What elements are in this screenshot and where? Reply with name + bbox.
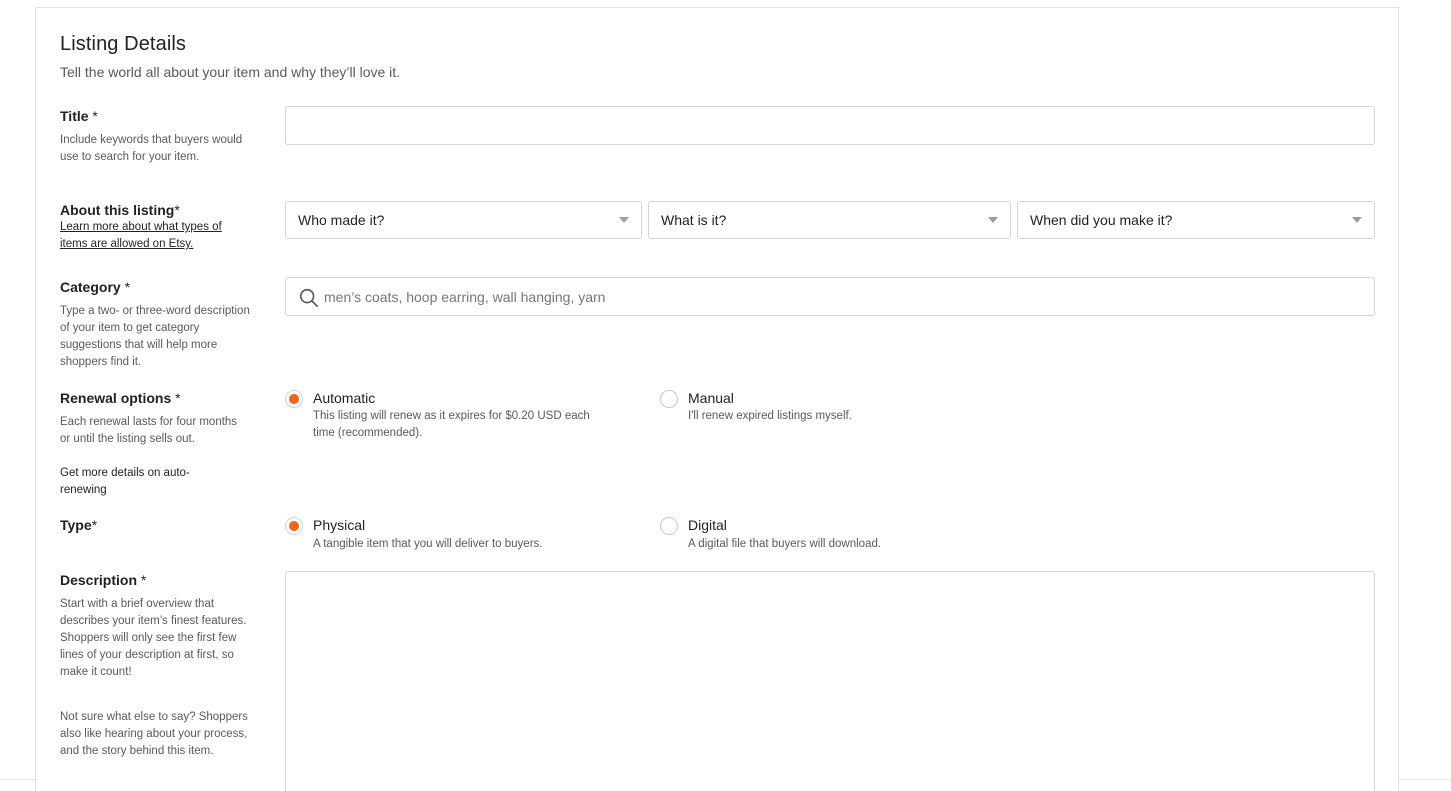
section-subtitle: Tell the world all about your item and w… — [60, 64, 401, 80]
title-help: Include keywords that buyers would use t… — [60, 134, 243, 163]
description-label: Description * — [60, 572, 147, 588]
type-physical-desc: A tangible item that you will deliver to… — [313, 538, 543, 550]
renewal-automatic-desc: This listing will renew as it expires fo… — [313, 410, 590, 439]
renewal-automatic-radio[interactable] — [285, 390, 303, 408]
category-help: Type a two- or three-word description of… — [60, 305, 250, 368]
title-input[interactable] — [285, 106, 1375, 145]
type-digital-desc: A digital file that buyers will download… — [688, 538, 882, 550]
title-label: Title * — [60, 108, 98, 124]
description-textarea[interactable] — [285, 571, 1375, 791]
type-label: Type* — [60, 517, 98, 533]
search-icon — [299, 288, 319, 308]
category-label: Category * — [60, 279, 131, 295]
caret-down-icon — [1352, 217, 1362, 223]
what-is-it-value: What is it? — [661, 212, 727, 228]
caret-down-icon — [619, 217, 629, 223]
about-label: About this listing* — [60, 202, 180, 218]
type-physical-radio[interactable] — [285, 517, 303, 535]
category-placeholder: men’s coats, hoop earring, wall hanging,… — [324, 289, 606, 305]
section-title: Listing Details — [60, 33, 187, 55]
what-is-it-select[interactable]: What is it? — [648, 201, 1011, 239]
who-made-it-select[interactable]: Who made it? — [285, 201, 642, 239]
description-help-extra: Not sure what else to say? Shoppers also… — [60, 711, 248, 757]
caret-down-icon — [988, 217, 998, 223]
renewal-help: Each renewal lasts for four months or un… — [60, 416, 238, 445]
auto-renew-details-link[interactable]: Get more details on auto-renewing — [60, 465, 220, 499]
type-digital-label[interactable]: Digital — [688, 517, 727, 533]
allowed-items-link[interactable]: Learn more about what types of items are… — [60, 219, 250, 253]
type-digital-radio[interactable] — [660, 517, 678, 535]
renewal-automatic-label[interactable]: Automatic — [313, 390, 375, 406]
when-made-select[interactable]: When did you make it? — [1017, 201, 1375, 239]
renewal-manual-desc: I'll renew expired listings myself. — [688, 410, 852, 422]
category-search-input[interactable]: men’s coats, hoop earring, wall hanging,… — [285, 277, 1375, 316]
renewal-label: Renewal options * — [60, 390, 181, 406]
type-physical-label[interactable]: Physical — [313, 517, 365, 533]
when-made-value: When did you make it? — [1030, 212, 1173, 228]
renewal-manual-label[interactable]: Manual — [688, 390, 734, 406]
who-made-it-value: Who made it? — [298, 212, 385, 228]
listing-details-card: Listing Details Tell the world all about… — [35, 7, 1399, 791]
renewal-manual-radio[interactable] — [660, 390, 678, 408]
description-help: Start with a brief overview that describ… — [60, 598, 247, 678]
